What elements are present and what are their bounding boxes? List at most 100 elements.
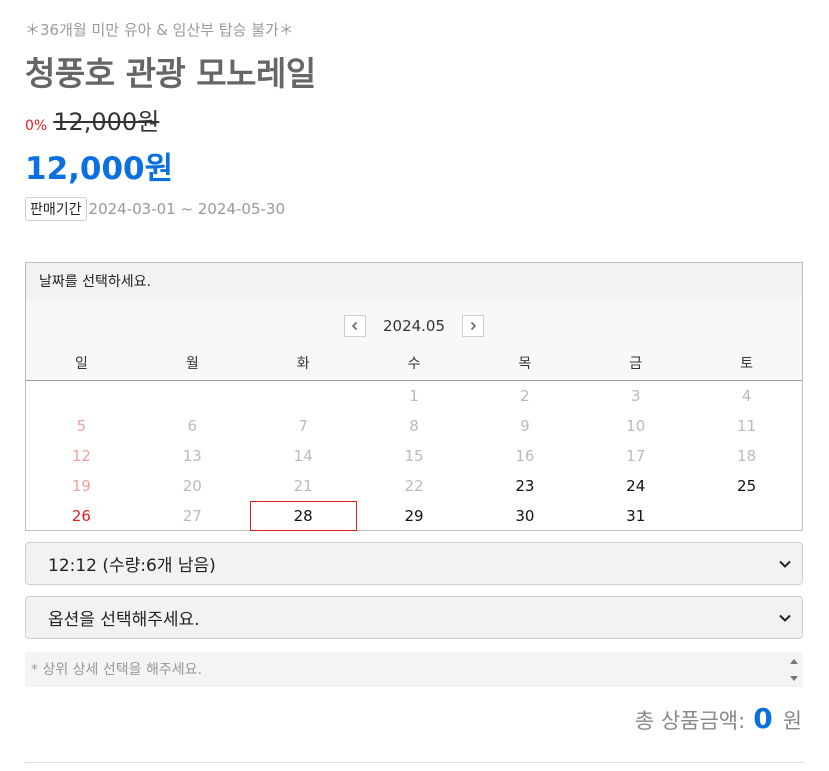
- calendar-day-24[interactable]: 24: [580, 471, 691, 501]
- total-price: 총 상품금액: 0 원: [635, 702, 802, 735]
- calendar-day-3: 3: [580, 381, 691, 411]
- calendar-day-label: 26: [71, 507, 91, 525]
- weekday-sat: 토: [740, 356, 754, 372]
- original-price-row: 0% 12,000원: [25, 102, 159, 137]
- calendar-day-31[interactable]: 31: [580, 501, 691, 531]
- calendar-header: 날짜를 선택하세요. 2024.05 일 월 화 수 목 금 토: [26, 263, 802, 381]
- calendar-day-2: 2: [469, 381, 580, 411]
- calendar-day-label: 1: [409, 387, 419, 405]
- total-label: 총 상품금액:: [634, 709, 746, 733]
- calendar-day-13: 13: [137, 441, 248, 471]
- calendar-day-label: 27: [182, 507, 202, 525]
- sale-price: 12,000원: [25, 151, 174, 187]
- scroll-arrows-icon[interactable]: [789, 656, 799, 684]
- detail-textarea-placeholder: * 상위 상세 선택을 해주세요.: [31, 662, 202, 678]
- chevron-down-icon: [779, 560, 791, 568]
- calendar-day-label: 4: [741, 387, 752, 405]
- calendar-day-25[interactable]: 25: [691, 471, 802, 501]
- original-price: 12,000원: [53, 108, 160, 136]
- total-unit: 원: [782, 709, 802, 733]
- product-title: 청풍호 관광 모노레일: [25, 54, 316, 93]
- calendar-empty-cell: [137, 381, 248, 411]
- detail-textarea[interactable]: * 상위 상세 선택을 해주세요.: [25, 652, 803, 687]
- calendar-day-label: 10: [626, 417, 646, 435]
- calendar-day-label: 17: [626, 447, 646, 465]
- calendar-day-23[interactable]: 23: [469, 471, 580, 501]
- calendar-day-14: 14: [248, 441, 359, 471]
- calendar-day-7: 7: [248, 411, 359, 441]
- chevron-left-icon: [351, 321, 358, 331]
- calendar-day-26[interactable]: 26: [26, 501, 137, 531]
- option-select-value: 옵션을 선택해주세요.: [48, 610, 200, 630]
- calendar-day-12: 12: [26, 441, 137, 471]
- time-select[interactable]: 12:12 (수량:6개 남음): [25, 542, 803, 585]
- calendar-day-label: 23: [515, 477, 535, 495]
- calendar-day-15: 15: [359, 441, 470, 471]
- calendar-day-label: 22: [404, 477, 424, 495]
- calendar-day-18: 18: [691, 441, 802, 471]
- calendar-day-10: 10: [580, 411, 691, 441]
- calendar-day-6: 6: [137, 411, 248, 441]
- next-month-button[interactable]: [462, 315, 485, 337]
- calendar-day-label: 29: [404, 507, 424, 525]
- sale-period: 판매기간 2024-03-01 ~ 2024-05-30: [25, 197, 285, 221]
- prev-month-button[interactable]: [343, 315, 366, 337]
- weekday-fri: 금: [629, 356, 643, 372]
- calendar-day-label: 12: [71, 447, 91, 465]
- chevron-down-icon: [779, 614, 791, 622]
- calendar-day-20: 20: [137, 471, 248, 501]
- age-notice: ＊36개월 미만 유아 & 임산부 탑승 불가＊: [25, 21, 294, 39]
- calendar-nav: 2024.05: [26, 315, 802, 337]
- calendar-day-label: 9: [520, 417, 530, 435]
- calendar-day-label: 28: [293, 507, 313, 525]
- calendar-day-22: 22: [359, 471, 470, 501]
- calendar-month: 2024.05: [382, 317, 446, 335]
- weekday-thu: 목: [518, 356, 532, 372]
- calendar-day-label: 18: [737, 447, 757, 465]
- calendar-day-label: 31: [626, 507, 646, 525]
- weekday-tue: 화: [296, 356, 310, 372]
- calendar-day-11: 11: [691, 411, 802, 441]
- calendar-grid: 1 2 3 4 5 6 7 8 9 10 11 12 13 14 15 16 17 18 19 20 21 22 23 24 2…: [26, 381, 802, 531]
- calendar-empty-cell: [248, 381, 359, 411]
- divider: [25, 762, 803, 763]
- calendar-day-label: 8: [409, 417, 419, 435]
- discount-rate: 0%: [25, 118, 48, 134]
- calendar-day-label: 21: [293, 477, 313, 495]
- calendar-day-label: 20: [182, 477, 202, 495]
- calendar-day-label: 7: [298, 417, 308, 435]
- calendar-day-label: 25: [737, 477, 757, 495]
- weekday-mon: 월: [185, 356, 199, 372]
- calendar-week: 5 6 7 8 9 10 11: [26, 411, 802, 441]
- calendar-day-label: 30: [515, 507, 535, 525]
- calendar-day-17: 17: [580, 441, 691, 471]
- sale-period-label: 판매기간: [25, 197, 87, 221]
- time-select-value: 12:12 (수량:6개 남음): [48, 556, 216, 576]
- calendar-empty-cell: [691, 501, 802, 531]
- calendar-day-21: 21: [248, 471, 359, 501]
- calendar-day-label: 5: [76, 417, 87, 435]
- option-select[interactable]: 옵션을 선택해주세요.: [25, 596, 803, 639]
- total-amount: 0: [753, 702, 773, 735]
- calendar-day-30[interactable]: 30: [469, 501, 580, 531]
- calendar-day-8: 8: [359, 411, 470, 441]
- calendar-day-29[interactable]: 29: [359, 501, 470, 531]
- calendar-day-28[interactable]: 28: [248, 501, 359, 531]
- calendar-day-label: 24: [626, 477, 646, 495]
- calendar-day-27: 27: [137, 501, 248, 531]
- chevron-right-icon: [470, 321, 477, 331]
- calendar-day-16: 16: [469, 441, 580, 471]
- calendar-day-label: 19: [71, 477, 91, 495]
- weekday-wed: 수: [407, 356, 421, 372]
- calendar-day-1: 1: [359, 381, 470, 411]
- calendar-empty-cell: [26, 381, 137, 411]
- calendar-day-label: 11: [737, 417, 757, 435]
- calendar-day-label: 6: [187, 417, 198, 435]
- weekday-row: 일 월 화 수 목 금 토: [26, 353, 802, 373]
- calendar-week: 1 2 3 4: [26, 381, 802, 411]
- calendar-day-label: 3: [630, 387, 641, 405]
- calendar-day-label: 14: [293, 447, 313, 465]
- weekday-sun: 일: [74, 356, 88, 372]
- calendar-week: 19 20 21 22 23 24 25: [26, 471, 802, 501]
- calendar-day-label: 13: [182, 447, 202, 465]
